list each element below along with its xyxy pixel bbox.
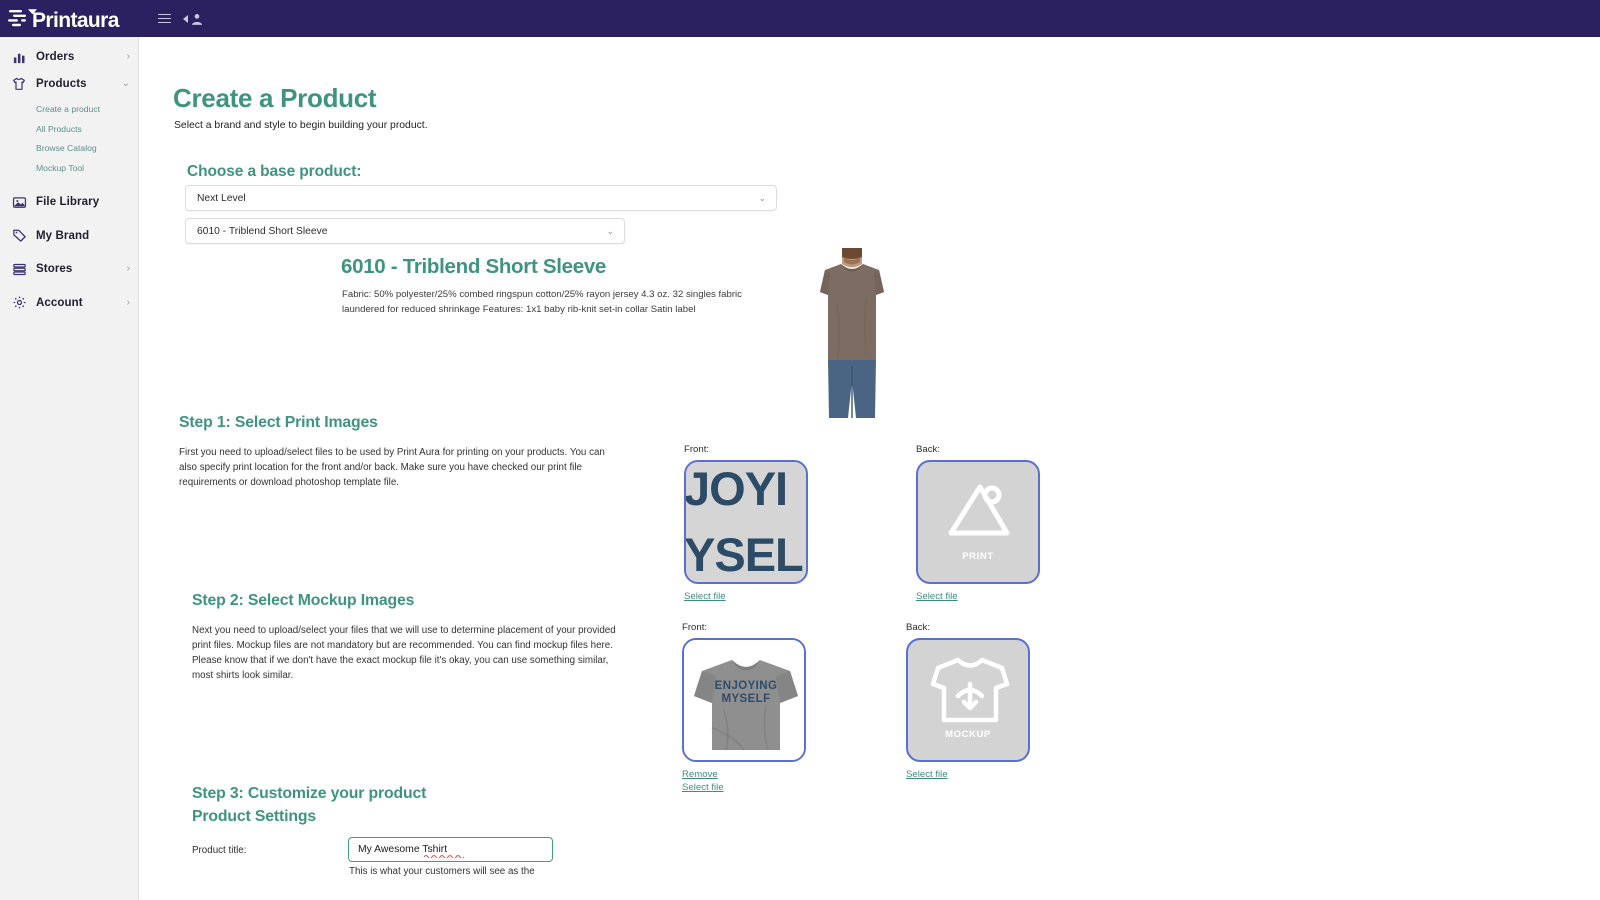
image-icon: [11, 194, 27, 210]
sidebar-item-file-library[interactable]: File Library: [0, 189, 138, 216]
mockup-front-group: Front: ENJOYING MYSELF Remove Select fil…: [682, 622, 806, 793]
user-icon: [192, 13, 202, 25]
selected-product-name: 6010 - Triblend Short Sleeve: [341, 255, 607, 278]
print-front-group: Front: JOYI YSEL Select file: [684, 444, 808, 602]
print-front-select-file-link[interactable]: Select file: [684, 591, 726, 602]
product-model-image: [811, 248, 893, 418]
mockup-front-shirt-image: ENJOYING MYSELF: [684, 640, 804, 760]
sidebar-subitem-create-a-product[interactable]: Create a product: [0, 100, 138, 120]
svg-text:ENJOYING: ENJOYING: [715, 680, 778, 692]
style-select-value: 6010 - Triblend Short Sleeve: [197, 225, 328, 237]
chevron-right-icon: ›: [126, 296, 130, 308]
print-back-label: Back:: [916, 444, 940, 455]
chevron-right-icon: ›: [126, 51, 130, 63]
step-1-body: First you need to upload/select files to…: [179, 447, 605, 488]
style-select[interactable]: 6010 - Triblend Short Sleeve ⌄: [185, 218, 625, 244]
print-front-label: Front:: [684, 444, 710, 455]
print-back-select-file-link[interactable]: Select file: [916, 591, 958, 602]
mockup-back-select-file-link[interactable]: Select file: [906, 769, 948, 780]
tag-icon: [11, 228, 27, 244]
chevron-right-icon: ›: [126, 263, 130, 275]
mockup-front-thumbnail[interactable]: ENJOYING MYSELF: [682, 638, 806, 762]
mockup-front-select-file-link[interactable]: Select file: [682, 782, 724, 793]
print-front-art-line1: JOYI: [684, 462, 788, 515]
step-3-block: Step 3: Customize your product Product S…: [192, 785, 632, 826]
caret-left-icon: [183, 14, 188, 23]
brand-select[interactable]: Next Level ⌄: [185, 185, 777, 211]
sidebar-item-label: Products: [36, 77, 87, 90]
mockup-front-remove-link[interactable]: Remove: [682, 769, 718, 780]
print-front-artwork: JOYI YSEL: [686, 462, 806, 582]
main-content: Create a Product Select a brand and styl…: [139, 37, 1600, 900]
step-1-block: Step 1: Select Print Images First you ne…: [179, 414, 619, 490]
product-title-input[interactable]: [348, 837, 553, 862]
svg-text:Printaura: Printaura: [32, 9, 120, 32]
step-2-block: Step 2: Select Mockup Images Next you ne…: [192, 592, 620, 683]
top-header-bar: Printaura: [0, 0, 1600, 37]
sidebar-subitem-browse-catalog[interactable]: Browse Catalog: [0, 139, 138, 159]
tshirt-icon: [11, 76, 27, 92]
printaura-logo[interactable]: Printaura: [0, 6, 144, 32]
svg-text:MYSELF: MYSELF: [721, 693, 770, 705]
mockup-back-placeholder-text: MOCKUP: [945, 729, 991, 740]
store-icon: [11, 261, 27, 277]
mockup-back-thumbnail[interactable]: MOCKUP: [906, 638, 1030, 762]
step-3-heading: Step 3: Customize your product: [192, 785, 427, 802]
sidebar-item-my-brand[interactable]: My Brand: [0, 223, 138, 250]
sidebar-item-label: Account: [36, 296, 83, 309]
sidebar-item-products[interactable]: Products ⌄: [0, 71, 138, 98]
product-title-hint: This is what your customers will see as …: [349, 866, 535, 877]
sidebar-item-label: File Library: [36, 196, 100, 209]
sidebar-item-orders[interactable]: Orders ›: [0, 44, 138, 71]
print-front-thumbnail[interactable]: JOYI YSEL: [684, 460, 808, 584]
gear-icon: [11, 295, 27, 311]
sidebar-products-submenu: Create a product All Products Browse Cat…: [0, 100, 138, 178]
sidebar-item-stores[interactable]: Stores ›: [0, 256, 138, 283]
sidebar-subitem-mockup-tool[interactable]: Mockup Tool: [0, 159, 138, 179]
page-subtitle: Select a brand and style to begin buildi…: [174, 120, 428, 131]
mockup-back-label: Back:: [906, 622, 930, 633]
page-title: Create a Product: [173, 83, 377, 113]
sidebar-item-label: Stores: [36, 263, 73, 276]
mockup-front-label: Front:: [682, 622, 708, 633]
sidebar-subitem-all-products[interactable]: All Products: [0, 120, 138, 140]
mockup-back-group: Back: MOCKUP Select file: [906, 622, 1030, 780]
choose-base-product-heading: Choose a base product:: [187, 163, 362, 180]
step-2-heading: Step 2: Select Mockup Images: [192, 592, 415, 609]
tshirt-outline-icon: [930, 657, 1010, 723]
print-back-group: Back: PRINT Select file: [916, 444, 1040, 602]
print-front-art-line2: YSEL: [684, 528, 804, 581]
bar-chart-icon: [11, 49, 27, 65]
printaura-logo-icon: Printaura: [8, 9, 120, 32]
step-1-heading: Step 1: Select Print Images: [179, 414, 378, 431]
step-2-body: Next you need to upload/select your file…: [192, 625, 616, 681]
sidebar-item-label: Orders: [36, 51, 75, 64]
brand-select-value: Next Level: [197, 192, 246, 204]
chevron-down-icon: ⌄: [121, 77, 130, 89]
user-account-menu[interactable]: [183, 12, 204, 26]
product-title-label: Product title:: [192, 845, 247, 856]
chevron-down-icon: ⌄: [606, 225, 614, 236]
chevron-down-icon: ⌄: [758, 192, 766, 203]
sidebar-navigation: Orders › Products ⌄ Create a product All…: [0, 37, 139, 900]
print-back-placeholder-text: PRINT: [962, 551, 994, 562]
sidebar-item-label: My Brand: [36, 229, 90, 242]
selected-product-description: Fabric: 50% polyester/25% combed ringspu…: [342, 289, 742, 315]
product-settings-heading: Product Settings: [192, 808, 316, 825]
sidebar-item-account[interactable]: Account ›: [0, 290, 138, 317]
print-back-thumbnail[interactable]: PRINT: [916, 460, 1040, 584]
hamburger-menu-icon[interactable]: [158, 13, 171, 24]
